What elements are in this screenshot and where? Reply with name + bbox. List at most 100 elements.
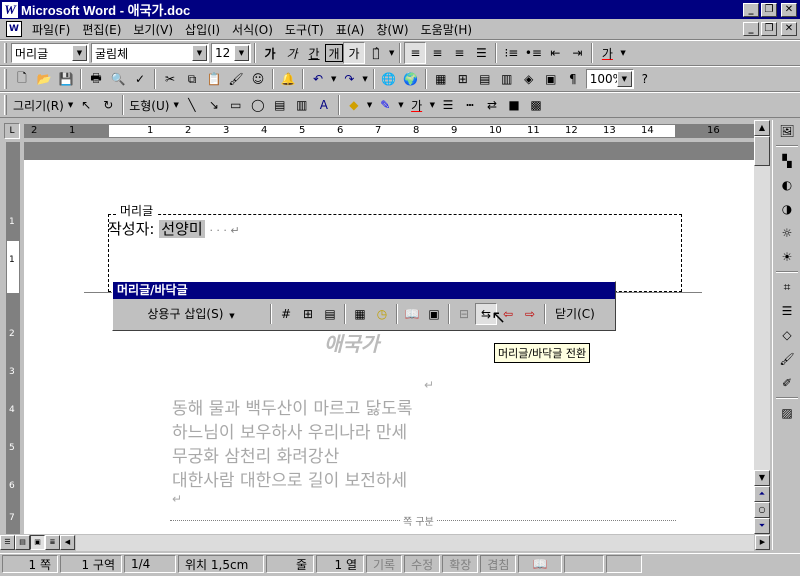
chevron-down-icon[interactable]: ▼ [367, 101, 372, 109]
insert-picture-icon[interactable]: 🖼 [776, 120, 798, 142]
increase-indent-icon[interactable]: ⇥ [566, 42, 588, 64]
more-contrast-icon[interactable]: ◐ [776, 174, 798, 196]
chevron-down-icon[interactable]: ▼ [192, 45, 207, 61]
scroll-up-icon[interactable]: ▲ [754, 120, 770, 136]
fill-color-icon[interactable]: ◆ [343, 94, 365, 116]
open-folder-icon[interactable]: 📂 [33, 68, 55, 90]
lyric-line[interactable]: 대한사람 대한으로 길이 보전하세 [172, 466, 407, 491]
horizontal-ruler[interactable]: L 2 1 1 2 3 4 5 6 7 8 9 10 11 12 13 14 1… [0, 120, 770, 142]
status-column[interactable]: 1 열 [316, 555, 364, 573]
char-shading-button[interactable]: 가 [343, 42, 365, 64]
doc-close-button[interactable]: ✕ [781, 22, 797, 36]
chevron-down-icon[interactable]: ▼ [362, 75, 367, 83]
status-position[interactable]: 위치 1,5cm [178, 555, 264, 573]
page-layout-view-icon[interactable]: ▣ [30, 535, 45, 550]
normal-view-icon[interactable]: ☰ [0, 535, 15, 550]
document-icon[interactable]: W [6, 21, 22, 37]
print-icon[interactable]: 🖶 [85, 68, 107, 90]
drawing-icon[interactable]: ◈ [518, 68, 540, 90]
paste-icon[interactable]: 📋 [203, 68, 225, 90]
save-icon[interactable]: 💾 [55, 68, 77, 90]
arrow-style-icon[interactable]: ⇄ [481, 94, 503, 116]
toolbar-grip[interactable] [4, 69, 7, 89]
draw-menu[interactable]: 그리기(R) [11, 97, 66, 114]
align-right-icon[interactable]: ≡ [448, 42, 470, 64]
word-app-icon[interactable]: W [2, 1, 18, 18]
more-brightness-icon[interactable]: ☼ [776, 222, 798, 244]
lyric-line[interactable]: 하느님이 보우하사 우리나라 만세 [172, 418, 407, 443]
shadow-icon[interactable]: ■ [503, 94, 525, 116]
autoshapes-menu[interactable]: 도형(U) [127, 97, 171, 114]
redo-icon[interactable]: ↷ [338, 68, 360, 90]
cut-icon[interactable]: ✂ [159, 68, 181, 90]
insert-excel-icon[interactable]: ▤ [474, 68, 496, 90]
scroll-left-icon[interactable]: ◀ [60, 535, 75, 550]
crop-icon[interactable]: ⌗ [776, 276, 798, 298]
status-section[interactable]: 1 구역 [60, 555, 122, 573]
header-author[interactable]: 작성자: 선양미 · · · ↵ [108, 218, 240, 239]
menu-tools[interactable]: 도구(T) [279, 21, 330, 38]
toolbar-grip[interactable] [4, 43, 7, 63]
font-size-combo[interactable]: 12 ▼ [211, 43, 251, 63]
line-style-icon[interactable]: ☰ [776, 300, 798, 322]
less-brightness-icon[interactable]: ☀ [776, 246, 798, 268]
status-line[interactable]: 줄 [266, 555, 314, 573]
image-control-icon[interactable]: ▚ [776, 150, 798, 172]
less-contrast-icon[interactable]: ◑ [776, 198, 798, 220]
font-color-icon[interactable]: 가 [406, 94, 428, 116]
menu-format[interactable]: 서식(O) [226, 21, 279, 38]
status-ext[interactable]: 확장 [442, 555, 479, 573]
ruler-track[interactable]: 2 1 1 2 3 4 5 6 7 8 9 10 11 12 13 14 16 [24, 124, 754, 138]
status-ovr[interactable]: 겹침 [480, 555, 517, 573]
text-wrap-icon[interactable]: ◇ [776, 324, 798, 346]
tables-borders-icon[interactable]: ▦ [430, 68, 452, 90]
arrow-icon[interactable]: ↘ [203, 94, 225, 116]
status-page[interactable]: 1 쪽 [2, 555, 58, 573]
toolbar-grip[interactable] [4, 95, 7, 115]
chevron-down-icon[interactable]: ▼ [430, 101, 435, 109]
set-transparent-color-icon[interactable]: ✐ [776, 372, 798, 394]
document-page[interactable]: 머리글 작성자: 선양미 · · · ↵ 애국가 ↵ 동해 물과 백두산이 마르… [24, 160, 754, 534]
insert-page-number-icon[interactable]: # [275, 303, 297, 325]
char-border-button[interactable]: 개 [325, 44, 343, 62]
numbering-icon[interactable]: ⁝≡ [500, 42, 522, 64]
menu-edit[interactable]: 편집(E) [76, 21, 127, 38]
format-painter-icon[interactable]: 🖌 [225, 68, 247, 90]
wordart-icon[interactable]: A [313, 94, 335, 116]
previous-page-icon[interactable]: ⏶ [754, 486, 770, 502]
show-hide-icon[interactable]: ¶ [562, 68, 584, 90]
chevron-down-icon[interactable]: ▼ [68, 101, 73, 109]
help-icon[interactable]: ? [634, 68, 656, 90]
scroll-thumb[interactable] [754, 136, 770, 166]
align-center-icon[interactable]: ≡ [426, 42, 448, 64]
outline-view-icon[interactable]: ≣ [45, 535, 60, 550]
zoom-combo[interactable]: 100% ▼ [585, 69, 634, 89]
page-setup-icon[interactable]: 📖 [401, 303, 423, 325]
style-combo[interactable]: 머리글 ▼ [11, 43, 89, 63]
menu-table[interactable]: 표(A) [330, 21, 371, 38]
web-hyperlink-icon[interactable]: 🌐 [378, 68, 400, 90]
author-name-field[interactable]: 선양미 [159, 220, 205, 238]
status-rec[interactable]: 기록 [366, 555, 403, 573]
header-footer-toolbar[interactable]: 머리글/바닥글 상용구 삽입(S) ▼ # ⊞ ▤ ▦ ◷ 📖 ▣ ⊟ ⇆ ⇦ … [112, 281, 616, 331]
web-toolbar-icon[interactable]: 🌍 [400, 68, 422, 90]
doc-minimize-button[interactable]: _ [743, 22, 759, 36]
chevron-down-icon[interactable]: ▼ [616, 71, 632, 87]
office-assistant-icon[interactable]: ☺ [247, 68, 269, 90]
spelling-icon[interactable]: ✓ [129, 68, 151, 90]
vertical-ruler[interactable]: 1 1 2 3 4 5 6 7 [6, 142, 20, 534]
menu-window[interactable]: 창(W) [370, 21, 414, 38]
chevron-down-icon[interactable]: ▼ [331, 75, 336, 83]
italic-button[interactable]: 가 [281, 42, 303, 64]
bullets-icon[interactable]: •≡ [522, 42, 544, 64]
menu-view[interactable]: 보기(V) [127, 21, 179, 38]
rectangle-icon[interactable]: ▭ [225, 94, 247, 116]
chevron-down-icon[interactable]: ▼ [389, 49, 394, 57]
hf-toolbar-title[interactable]: 머리글/바닥글 [113, 282, 615, 299]
textbox-icon[interactable]: ▤ [269, 94, 291, 116]
font-color-button[interactable]: 가 [596, 42, 618, 64]
insert-time-icon[interactable]: ◷ [371, 303, 393, 325]
reset-picture-icon[interactable]: ▨ [776, 402, 798, 424]
underline-button[interactable]: 간 [303, 42, 325, 64]
minimize-button[interactable]: _ [743, 2, 759, 17]
